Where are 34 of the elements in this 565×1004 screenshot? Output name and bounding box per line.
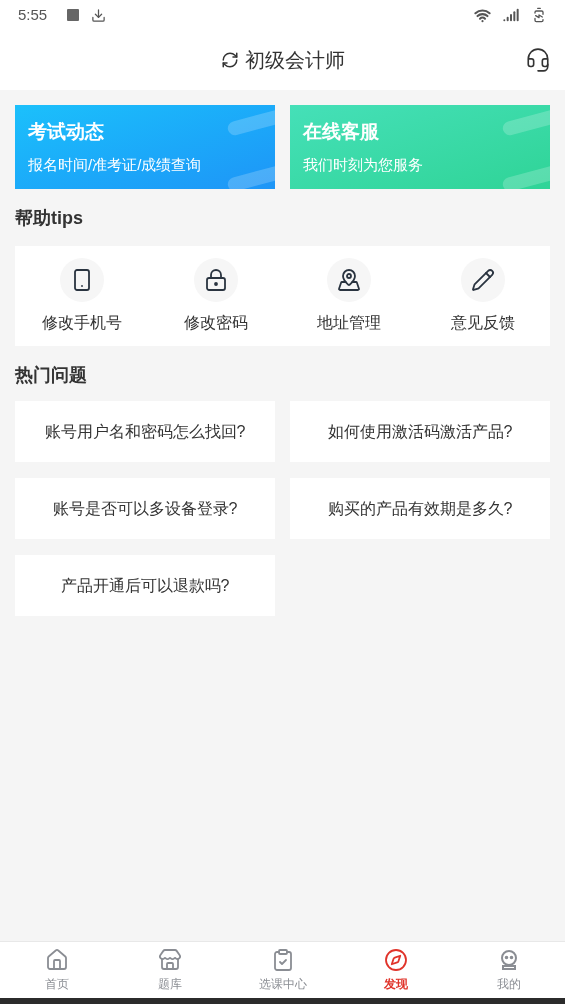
faq-item[interactable]: 账号用户名和密码怎么找回? <box>15 401 275 462</box>
tip-item[interactable]: 地址管理 <box>282 257 417 335</box>
tip-item[interactable]: 修改密码 <box>148 257 283 335</box>
wifi-icon <box>474 6 491 24</box>
tip-item[interactable]: 意见反馈 <box>416 257 550 335</box>
page-title: 初级会计师 <box>244 48 345 73</box>
compass-icon <box>383 947 408 972</box>
banner-subtitle: 报名时间/准考证/成绩查询 <box>28 155 202 175</box>
nav-tab[interactable]: 发现 <box>339 942 452 998</box>
section-heading: 热门问题 <box>15 364 88 387</box>
signal-icon <box>503 7 519 23</box>
nav-tab[interactable]: 我的 <box>452 942 565 998</box>
banner-title: 在线客服 <box>303 119 379 144</box>
faq-item[interactable]: 购买的产品有效期是多久? <box>290 478 550 539</box>
faq-item[interactable]: 账号是否可以多设备登录? <box>15 478 275 539</box>
status-time: 5:55 <box>18 4 48 25</box>
faq-item[interactable]: 产品开通后可以退款吗? <box>15 555 275 616</box>
headset-icon[interactable] <box>525 47 551 73</box>
banner-title: 考试动态 <box>28 119 104 144</box>
download-icon <box>91 7 107 23</box>
map-pin-icon <box>337 267 362 292</box>
lock-icon <box>203 267 228 292</box>
banner-subtitle: 我们时刻为您服务 <box>303 155 423 175</box>
nav-tab[interactable]: 选课中心 <box>226 942 339 998</box>
nav-tab[interactable]: 题库 <box>113 942 226 998</box>
nav-tab[interactable]: 首页 <box>0 942 113 998</box>
battery-icon <box>531 7 547 23</box>
switch-icon[interactable] <box>220 51 239 69</box>
pencil-icon <box>471 267 496 292</box>
tip-item[interactable]: 修改手机号 <box>15 257 149 335</box>
faq-item[interactable]: 如何使用激活码激活产品? <box>290 401 550 462</box>
store-icon <box>157 947 182 972</box>
section-heading: 帮助tips <box>15 207 84 230</box>
home-icon <box>44 947 69 972</box>
